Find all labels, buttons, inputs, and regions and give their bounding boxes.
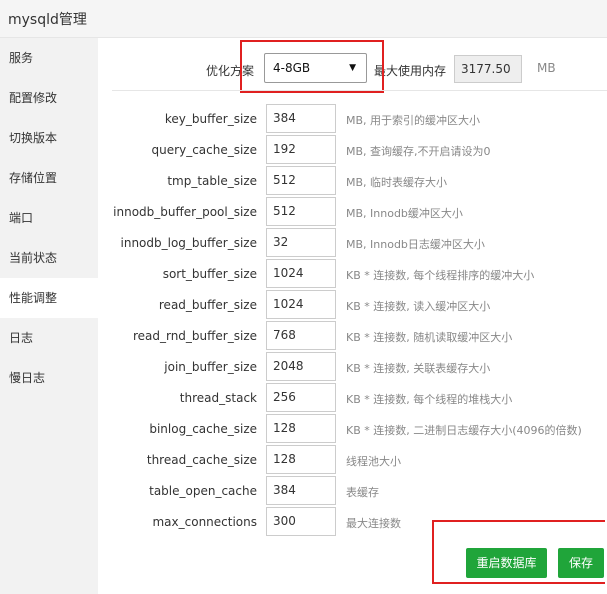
param-row: binlog_cache_size 128 KB * 连接数, 二进制日志缓存大小(… [98,414,607,445]
param-label: key_buffer_size [164,112,257,126]
param-description: MB, 用于索引的缓冲区大小 [346,114,481,127]
sidebar-item-switch-version[interactable]: 切换版本 [0,118,98,158]
param-row: sort_buffer_size 1024 KB * 连接数, 每个线程排序的缓冲大… [98,259,607,290]
param-description: MB, Innodb日志缓冲区大小 [346,238,485,251]
param-description: KB * 连接数, 随机读取缓冲区大小 [346,331,513,344]
param-label: innodb_log_buffer_size [120,236,258,250]
sidebar-item-status[interactable]: 当前状态 [0,238,98,278]
max-mem-value: 3177.50 [454,55,522,83]
param-label: table_open_cache [149,484,257,498]
param-input[interactable]: 128 [266,445,336,474]
param-row: table_open_cache 384 表缓存 [98,476,607,507]
param-label: sort_buffer_size [162,267,257,281]
param-input[interactable]: 512 [266,166,336,195]
sidebar: 服务 配置修改 切换版本 存储位置 端口 当前状态 性能调整 日志 慢日志 [0,38,98,594]
param-input[interactable]: 384 [266,104,336,133]
divider [112,90,607,91]
param-description: 表缓存 [346,486,379,499]
highlight-box-scheme [240,40,384,93]
param-input[interactable]: 768 [266,321,336,350]
param-label: innodb_buffer_pool_size [113,205,257,219]
param-input[interactable]: 300 [266,507,336,536]
sidebar-item-port[interactable]: 端口 [0,198,98,238]
param-description: KB * 连接数, 每个线程排序的缓冲大小 [346,269,535,282]
param-label: thread_cache_size [146,453,257,467]
sidebar-item-config[interactable]: 配置修改 [0,78,98,118]
param-description: KB * 连接数, 每个线程的堆栈大小 [346,393,513,406]
sidebar-item-slow-log[interactable]: 慢日志 [0,358,98,398]
sidebar-item-performance[interactable]: 性能调整 [0,278,98,318]
save-button[interactable]: 保存 [558,548,604,578]
max-mem-label: 最大使用内存 [374,64,447,78]
param-row: thread_cache_size 128 线程池大小 [98,445,607,476]
param-label: binlog_cache_size [149,422,257,436]
param-description: 线程池大小 [346,455,401,468]
param-label: read_rnd_buffer_size [132,329,257,343]
param-row: tmp_table_size 512 MB, 临时表缓存大小 [98,166,607,197]
param-description: KB * 连接数, 二进制日志缓存大小(4096的倍数) [346,424,582,437]
restart-db-button[interactable]: 重启数据库 [466,548,547,578]
param-input[interactable]: 256 [266,383,336,412]
param-input[interactable]: 2048 [266,352,336,381]
param-description: MB, 临时表缓存大小 [346,176,448,189]
param-row: thread_stack 256 KB * 连接数, 每个线程的堆栈大小 [98,383,607,414]
param-row: join_buffer_size 2048 KB * 连接数, 关联表缓存大小 [98,352,607,383]
param-input[interactable]: 512 [266,197,336,226]
param-input[interactable]: 1024 [266,259,336,288]
param-description: 最大连接数 [346,517,401,530]
param-row: read_rnd_buffer_size 768 KB * 连接数, 随机读取缓冲区… [98,321,607,352]
sidebar-item-log[interactable]: 日志 [0,318,98,358]
title-bar: mysqld管理 [0,0,607,38]
param-input[interactable]: 192 [266,135,336,164]
param-input[interactable]: 32 [266,228,336,257]
param-row: read_buffer_size 1024 KB * 连接数, 读入缓冲区大小 [98,290,607,321]
param-label: tmp_table_size [167,174,257,188]
param-label: thread_stack [179,391,257,405]
param-input[interactable]: 128 [266,414,336,443]
window-title: mysqld管理 [8,12,87,28]
param-row: query_cache_size 192 MB, 查询缓存,不开启请设为0 [98,135,607,166]
param-label: query_cache_size [151,143,257,157]
param-description: MB, Innodb缓冲区大小 [346,207,463,220]
param-row: innodb_buffer_pool_size 512 MB, Innodb缓冲区大… [98,197,607,228]
main-panel: 优化方案 4-8GB ▼ 最大使用内存 3177.50 MB key_buffe… [98,38,607,594]
param-label: max_connections [152,515,257,529]
max-mem-unit: MB [537,61,556,75]
param-input[interactable]: 384 [266,476,336,505]
param-description: KB * 连接数, 读入缓冲区大小 [346,300,491,313]
sidebar-item-service[interactable]: 服务 [0,38,98,78]
param-label: read_buffer_size [158,298,257,312]
sidebar-item-storage[interactable]: 存储位置 [0,158,98,198]
param-input[interactable]: 1024 [266,290,336,319]
param-row: key_buffer_size 384 MB, 用于索引的缓冲区大小 [98,104,607,135]
param-description: MB, 查询缓存,不开启请设为0 [346,145,491,158]
param-label: join_buffer_size [164,360,257,374]
param-description: KB * 连接数, 关联表缓存大小 [346,362,491,375]
param-row: innodb_log_buffer_size 32 MB, Innodb日志缓冲区大… [98,228,607,259]
